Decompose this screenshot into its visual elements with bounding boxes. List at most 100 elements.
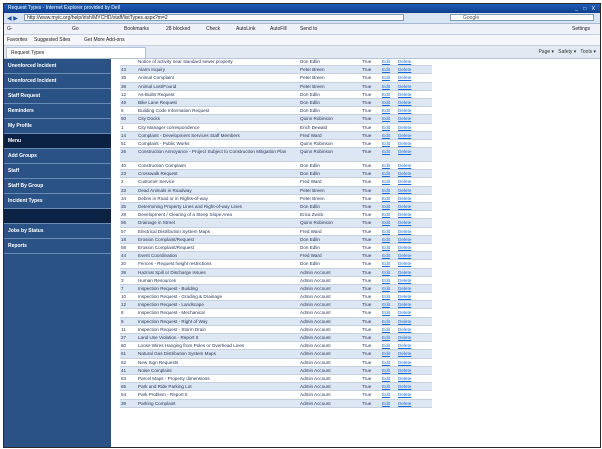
sidebar-item[interactable]: Jobs by Status [4,224,111,239]
delete-link[interactable]: Delete [398,391,420,399]
delete-link[interactable]: Delete [398,277,420,285]
edit-link[interactable]: Edit [382,195,394,203]
edit-link[interactable]: Edit [382,326,394,334]
popup-blocked-button[interactable]: 28 blocked [166,24,190,34]
delete-link[interactable]: Delete [398,383,420,391]
check-button[interactable]: Check [206,24,220,34]
sidebar-item[interactable]: Reports [4,239,111,254]
search-input[interactable]: Google [450,14,594,21]
delete-link[interactable]: Delete [398,260,420,268]
edit-link[interactable]: Edit [382,140,394,148]
edit-link[interactable]: Edit [382,148,394,155]
delete-link[interactable]: Delete [398,148,420,155]
delete-link[interactable]: Delete [398,211,420,219]
delete-link[interactable]: Delete [398,293,420,301]
edit-link[interactable]: Edit [382,334,394,342]
sidebar-item[interactable]: Add Groups [4,149,111,164]
tools-menu[interactable]: Tools [580,49,592,55]
edit-link[interactable]: Edit [382,211,394,219]
edit-link[interactable]: Edit [382,252,394,260]
edit-link[interactable]: Edit [382,170,394,178]
delete-link[interactable]: Delete [398,115,420,123]
edit-link[interactable]: Edit [382,383,394,391]
sidebar-item[interactable]: My Profile [4,119,111,134]
edit-link[interactable]: Edit [382,228,394,236]
delete-link[interactable]: Delete [398,140,420,148]
delete-link[interactable]: Delete [398,400,420,408]
edit-link[interactable]: Edit [382,124,394,132]
delete-link[interactable]: Delete [398,107,420,115]
edit-link[interactable]: Edit [382,83,394,91]
delete-link[interactable]: Delete [398,83,420,91]
sidebar-item[interactable]: Reminders [4,104,111,119]
google-menu-button[interactable]: G- [7,24,13,34]
edit-link[interactable]: Edit [382,391,394,399]
go-button[interactable]: Go [72,24,79,34]
bookmarks-button[interactable]: Bookmarks [124,24,149,34]
delete-link[interactable]: Delete [398,252,420,260]
edit-link[interactable]: Edit [382,301,394,309]
delete-link[interactable]: Delete [398,334,420,342]
delete-link[interactable]: Delete [398,203,420,211]
delete-link[interactable]: Delete [398,187,420,195]
delete-link[interactable]: Delete [398,170,420,178]
sidebar-item[interactable] [4,209,111,224]
edit-link[interactable]: Edit [382,162,394,170]
delete-link[interactable]: Delete [398,91,420,99]
page-menu[interactable]: Page [538,49,550,55]
edit-link[interactable]: Edit [382,350,394,358]
delete-link[interactable]: Delete [398,301,420,309]
delete-link[interactable]: Delete [398,195,420,203]
delete-link[interactable]: Delete [398,178,420,186]
edit-link[interactable]: Edit [382,66,394,74]
delete-link[interactable]: Delete [398,342,420,350]
edit-link[interactable]: Edit [382,132,394,140]
edit-link[interactable]: Edit [382,74,394,82]
delete-link[interactable]: Delete [398,309,420,317]
delete-link[interactable]: Delete [398,285,420,293]
delete-link[interactable]: Delete [398,219,420,227]
delete-link[interactable]: Delete [398,350,420,358]
autofill-button[interactable]: AutoFill [270,24,287,34]
edit-link[interactable]: Edit [382,400,394,408]
delete-link[interactable]: Delete [398,228,420,236]
delete-link[interactable]: Delete [398,99,420,107]
edit-link[interactable]: Edit [382,219,394,227]
delete-link[interactable]: Delete [398,58,420,66]
edit-link[interactable]: Edit [382,342,394,350]
get-addons-link[interactable]: Get More Add-ons [84,35,125,45]
delete-link[interactable]: Delete [398,162,420,170]
delete-link[interactable]: Delete [398,326,420,334]
edit-link[interactable]: Edit [382,187,394,195]
edit-link[interactable]: Edit [382,367,394,375]
address-input[interactable]: http://www.myic.org/help/irish/MYCHD/sta… [24,14,404,21]
delete-link[interactable]: Delete [398,66,420,74]
edit-link[interactable]: Edit [382,359,394,367]
edit-link[interactable]: Edit [382,236,394,244]
delete-link[interactable]: Delete [398,367,420,375]
edit-link[interactable]: Edit [382,115,394,123]
edit-link[interactable]: Edit [382,293,394,301]
edit-link[interactable]: Edit [382,91,394,99]
autolink-button[interactable]: AutoLink [236,24,255,34]
favorites-button[interactable]: Favorites [7,35,28,45]
sidebar-item[interactable]: Menu [4,134,111,149]
edit-link[interactable]: Edit [382,203,394,211]
delete-link[interactable]: Delete [398,244,420,252]
edit-link[interactable]: Edit [382,318,394,326]
sidebar-item[interactable]: Unenforced Incident [4,59,111,74]
back-forward-icon[interactable]: ◀ ▶ [7,14,18,24]
edit-link[interactable]: Edit [382,260,394,268]
edit-link[interactable]: Edit [382,285,394,293]
suggested-sites-link[interactable]: Suggested Sites [34,35,70,45]
edit-link[interactable]: Edit [382,277,394,285]
edit-link[interactable]: Edit [382,309,394,317]
delete-link[interactable]: Delete [398,375,420,383]
sendto-button[interactable]: Send to [300,24,317,34]
sidebar-item[interactable]: Staff By Group [4,179,111,194]
safety-menu[interactable]: Safety [558,49,572,55]
tab-request-types[interactable]: Request Types [6,47,146,58]
edit-link[interactable]: Edit [382,107,394,115]
edit-link[interactable]: Edit [382,375,394,383]
delete-link[interactable]: Delete [398,236,420,244]
